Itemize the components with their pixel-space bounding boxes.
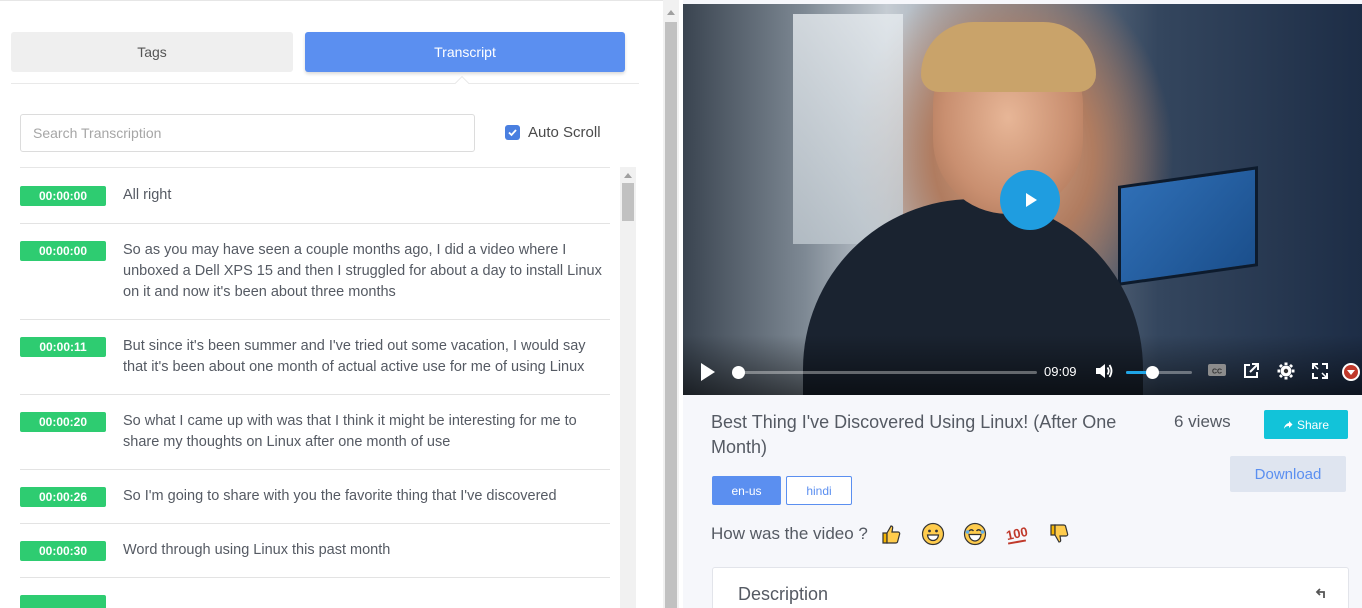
player-controls: 09:09 CC <box>683 356 1362 386</box>
transcript-text: So what I came up with was that I think … <box>123 413 577 450</box>
timestamp-badge[interactable] <box>20 595 106 608</box>
captions-button[interactable]: CC <box>1207 362 1227 378</box>
share-button[interactable]: Share <box>1264 410 1348 439</box>
language-en-us[interactable]: en-us <box>712 476 781 505</box>
scroll-up-arrow-icon[interactable] <box>624 173 632 178</box>
rating-question: How was the video ? <box>711 524 868 543</box>
transcript-text: So I'm going to share with you the favor… <box>123 488 557 504</box>
view-count: 6 views <box>1174 412 1231 431</box>
timestamp-badge[interactable]: 00:00:20 <box>20 412 106 432</box>
search-transcription-input[interactable] <box>20 114 475 152</box>
volume-slider[interactable] <box>1126 366 1192 379</box>
timestamp-badge[interactable]: 00:00:26 <box>20 487 106 507</box>
tab-pointer <box>454 75 470 91</box>
transcript-scrollbar[interactable] <box>620 167 636 608</box>
brand-button[interactable] <box>1341 362 1361 382</box>
laughing-face-icon[interactable] <box>962 521 988 547</box>
transcript-row: 00:00:26 So I'm going to share with you … <box>20 470 610 524</box>
thumbs-up-icon[interactable] <box>878 521 904 547</box>
timestamp-badge[interactable]: 00:00:00 <box>20 241 106 261</box>
big-play-button[interactable] <box>1000 170 1060 230</box>
video-frame-monitor <box>1118 166 1258 286</box>
grinning-face-icon[interactable] <box>920 521 946 547</box>
transcript-text: All right <box>123 187 172 203</box>
closed-captions-icon: CC <box>1208 364 1226 376</box>
play-button[interactable] <box>699 362 717 382</box>
transcript-text: Word through using Linux this past month <box>123 542 391 558</box>
transcript-row: 00:00:11 But since it's been summer and … <box>20 320 610 395</box>
transcript-row: 00:00:20 So what I came up with was that… <box>20 395 610 470</box>
tab-transcript[interactable]: Transcript <box>305 32 625 72</box>
tab-bar: Tags Transcript <box>11 32 625 72</box>
transcript-panel: Tags Transcript Auto Scroll 00:00:00 All… <box>0 0 663 608</box>
share-label: Share <box>1296 417 1330 432</box>
scroll-up-arrow-icon[interactable] <box>667 10 675 15</box>
fullscreen-icon <box>1312 363 1328 379</box>
svg-text:CC: CC <box>1212 369 1222 376</box>
transcript-text: So as you may have seen a couple months … <box>123 242 602 300</box>
progress-bar[interactable] <box>732 366 1037 379</box>
timestamp-badge[interactable]: 00:00:00 <box>20 186 106 206</box>
transcript-row: 00:00:30 Word through using Linux this p… <box>20 524 610 578</box>
video-player[interactable]: 09:09 CC <box>683 4 1362 395</box>
share-icon <box>1283 420 1293 429</box>
duration-label: 09:09 <box>1044 364 1077 379</box>
volume-handle[interactable] <box>1146 366 1160 379</box>
transcript-row: 00:00:00 So as you may have seen a coupl… <box>20 224 610 320</box>
description-title: Description <box>738 584 829 604</box>
checkbox-checked-icon[interactable] <box>505 125 520 140</box>
tabs-divider <box>11 83 639 84</box>
page-scrollbar[interactable] <box>663 0 679 608</box>
return-arrow-icon <box>1315 588 1325 598</box>
settings-button[interactable] <box>1277 362 1295 380</box>
volume-button[interactable] <box>1094 362 1114 380</box>
transcript-text: But since it's been summer and I've trie… <box>123 338 586 375</box>
video-title: Best Thing I've Discovered Using Linux! … <box>711 412 1117 457</box>
popout-icon <box>1244 363 1259 378</box>
download-button[interactable]: Download <box>1230 456 1346 492</box>
video-frame-hair <box>921 22 1096 92</box>
auto-scroll-label: Auto Scroll <box>528 124 601 141</box>
popout-button[interactable] <box>1242 362 1260 380</box>
auto-scroll-toggle[interactable]: Auto Scroll <box>505 124 601 141</box>
language-hindi[interactable]: hindi <box>786 476 852 505</box>
volume-icon <box>1096 364 1113 378</box>
play-icon <box>701 363 715 381</box>
description-collapse-button[interactable] <box>1314 586 1328 605</box>
video-panel: 09:09 CC Best Thing I've Discovered Usin… <box>683 0 1362 608</box>
scrollbar-thumb[interactable] <box>665 22 677 608</box>
transcript-row: 00:00:00 All right <box>20 168 610 224</box>
play-icon <box>1026 193 1037 207</box>
transcript-row <box>20 578 610 608</box>
timestamp-badge[interactable]: 00:00:30 <box>20 541 106 561</box>
thumbs-down-icon[interactable] <box>1046 521 1072 547</box>
tab-tags[interactable]: Tags <box>11 32 293 72</box>
description-panel: Description <box>712 567 1349 608</box>
transcript-list: 00:00:00 All right 00:00:00 So as you ma… <box>20 167 610 608</box>
hundred-points-icon[interactable]: 100 <box>1004 521 1030 547</box>
rating-bar: How was the video ? 100 <box>711 521 1072 547</box>
scrollbar-thumb[interactable] <box>622 183 634 221</box>
brand-icon <box>1342 363 1360 381</box>
settings-icon <box>1277 362 1295 380</box>
video-frame-window <box>793 14 903 244</box>
fullscreen-button[interactable] <box>1311 362 1329 380</box>
progress-handle[interactable] <box>732 366 745 379</box>
timestamp-badge[interactable]: 00:00:11 <box>20 337 106 357</box>
